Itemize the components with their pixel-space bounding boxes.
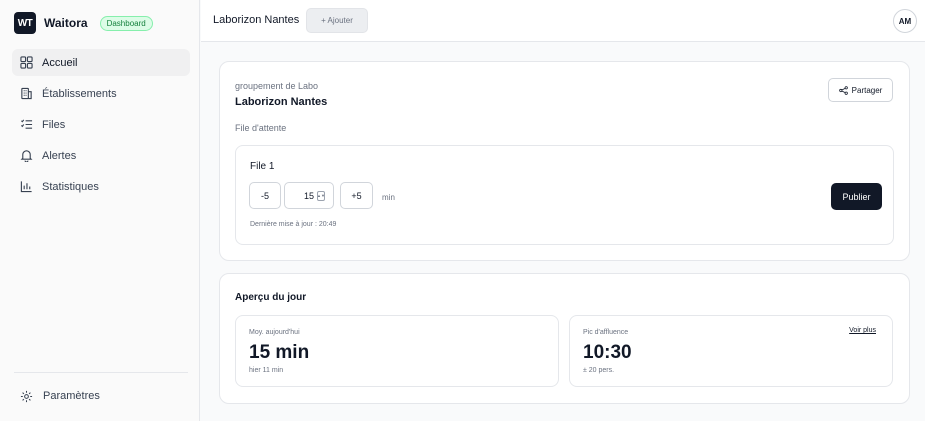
share-button[interactable]: Partager [828,78,893,102]
sidebar-item-etablissements[interactable]: Établissements [12,80,190,107]
stat-sub: hier 11 min [249,367,284,374]
stat-label: Moy. aujourd'hui [249,329,300,336]
sidebar-item-accueil[interactable]: Accueil [12,49,190,76]
app-name: Waitora [44,16,88,30]
stat-value: 10:30 [583,342,632,363]
day-overview-card: Aperçu du jour Moy. aujourd'hui 15 min h… [219,273,910,404]
sidebar-nav: Accueil Établissements Files Alertes Sta… [12,49,190,204]
queue-title: File 1 [250,161,275,172]
sidebar-item-label: Files [42,118,66,131]
sidebar-item-files[interactable]: Files [12,111,190,138]
bar-chart-icon [20,180,33,193]
brand[interactable]: WT Waitora Dashboard [14,12,153,34]
decrease-5-button[interactable]: -5 [249,182,281,209]
unit-label: min [382,193,395,202]
sidebar-item-label: Établissements [42,87,117,100]
see-more-link[interactable]: Voir plus [849,327,876,334]
group-label: groupement de Labo [235,81,319,91]
stat-value: 15 min [249,342,310,363]
stat-sub: ± 20 pers. [583,367,615,374]
share-label: Partager [851,85,883,95]
settings-label: Paramètres [43,390,100,402]
publish-button[interactable]: Publier [831,183,882,210]
dashboard-badge: Dashboard [99,15,153,31]
sidebar-item-parametres[interactable]: Paramètres [20,386,100,406]
establishment-card: groupement de Labo Laborizon Nantes File… [219,61,910,261]
average-stat-card: Moy. aujourd'hui 15 min hier 11 min [235,315,559,387]
stat-label: Pic d'affluence [583,329,629,336]
sidebar-divider [14,372,188,373]
sidebar-item-label: Accueil [42,56,78,69]
grid-icon [20,56,33,69]
gear-icon [20,390,33,403]
list-icon [20,118,33,131]
avatar[interactable]: AM [893,9,917,33]
queue-section-label: File d'attente [235,123,287,133]
queue-card: File 1 -5 15 ▲▼ +5 min Dernière mise à j… [235,145,894,245]
sidebar-item-alertes[interactable]: Alertes [12,142,190,169]
wait-time-input[interactable]: 15 ▲▼ [284,182,334,209]
top-header: Laborizon Nantes + Ajouter AM [201,0,925,42]
building-icon [20,87,33,100]
last-update: Dernière mise à jour : 20:49 [250,221,337,228]
sidebar-item-statistiques[interactable]: Statistiques [12,173,190,200]
add-establishment-button[interactable]: + Ajouter [306,8,368,33]
spinner-icon[interactable]: ▲▼ [317,190,325,201]
sidebar-item-label: Alertes [42,149,77,162]
peak-stat-card: Pic d'affluence 10:30 ± 20 pers. Voir pl… [569,315,893,387]
establishment-name: Laborizon Nantes [235,96,328,108]
bell-icon [20,149,33,162]
page-title: Laborizon Nantes [213,14,300,26]
increase-5-button[interactable]: +5 [340,182,373,209]
sidebar: WT Waitora Dashboard Accueil Établisseme… [0,0,200,421]
day-overview-title: Aperçu du jour [235,292,307,303]
wait-time-value: 15 [303,190,314,201]
share-icon [838,85,848,95]
app-logo: WT [14,12,36,34]
sidebar-item-label: Statistiques [42,180,99,193]
